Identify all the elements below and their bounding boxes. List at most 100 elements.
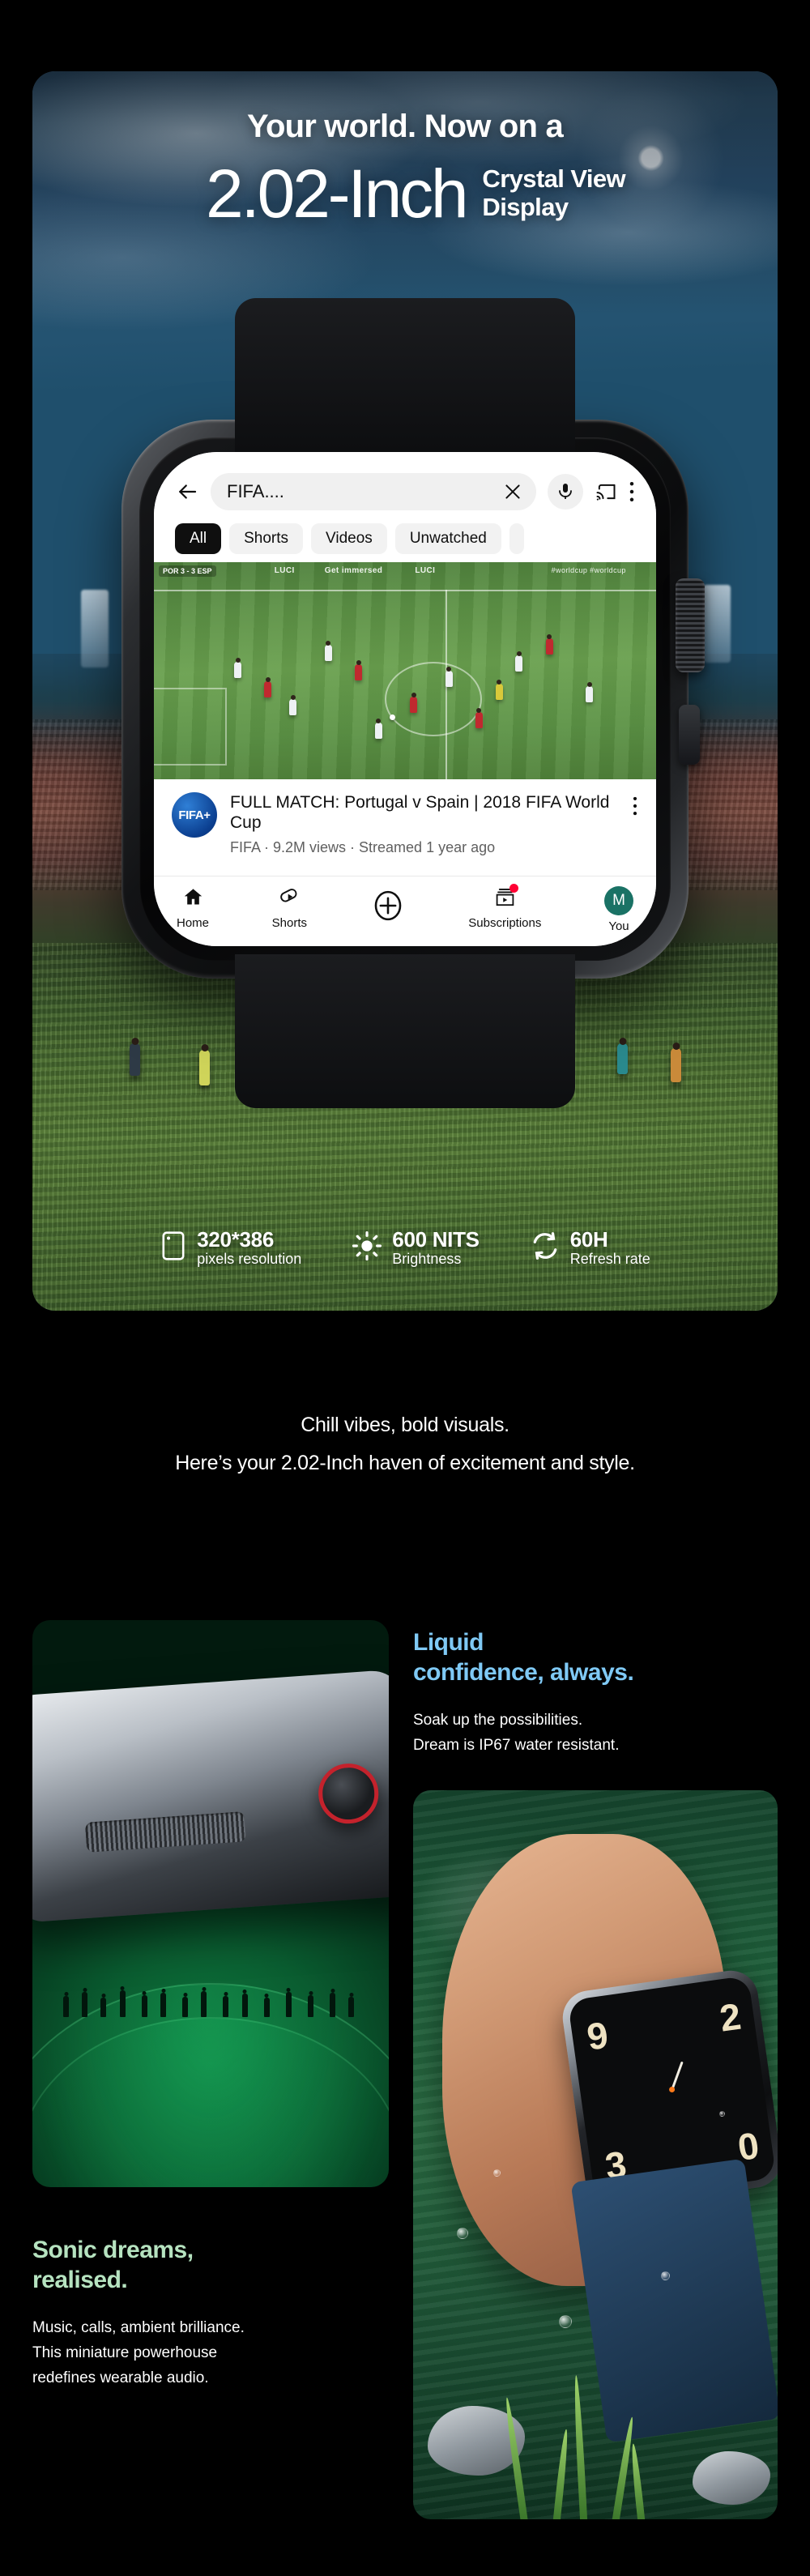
search-query-text: FIFA....: [227, 481, 284, 501]
liquid-body-line2: Dream is IP67 water resistant.: [413, 1736, 620, 1754]
channel-avatar[interactable]: FIFA+: [172, 792, 217, 838]
hero-display-name-line2: Display: [482, 193, 569, 221]
crowd-figure: [160, 1993, 167, 2017]
chip-all[interactable]: All: [175, 523, 222, 554]
sonic-body-line3: redefines wearable audio.: [32, 2369, 209, 2386]
video-more-vertical-icon[interactable]: [632, 792, 638, 856]
liquid-title: Liquid confidence, always.: [413, 1628, 778, 1687]
hero-display-name: Crystal View Display: [482, 165, 625, 221]
spec-brightness-label: Brightness: [392, 1251, 462, 1268]
chip-videos[interactable]: Videos: [311, 523, 387, 554]
nav-item-you[interactable]: M You: [603, 886, 633, 933]
nav-item-subscriptions[interactable]: Subscriptions: [468, 884, 542, 930]
sonic-title-line1: Sonic dreams,: [32, 2237, 194, 2263]
chip-unwatched[interactable]: Unwatched: [394, 523, 501, 554]
water-bubble: [493, 2169, 501, 2177]
player-red: [355, 663, 362, 680]
hero-headline-row: 2.02-Inch Crystal View Display: [32, 160, 778, 228]
watch-side-button[interactable]: [679, 705, 700, 765]
brightness-icon: [352, 1230, 382, 1265]
video-thumbnail[interactable]: POR 3 - 3 ESP LUCI Get immersed LUCI #wo…: [154, 562, 656, 779]
nav-label-you: You: [608, 919, 629, 933]
spec-resolution-label: pixels resolution: [197, 1251, 302, 1268]
water-resistance-image: 9 2 3 0: [413, 1790, 778, 2519]
thumbnail-overlay-center: Get immersed: [324, 566, 383, 575]
player-referee: [495, 684, 503, 701]
liquid-body: Soak up the possibilities. Dream is IP67…: [413, 1708, 778, 1758]
crowd-figure: [308, 1995, 313, 2017]
hero-display-size: 2.02-Inch: [205, 156, 469, 232]
speaker-grille: [84, 1811, 246, 1853]
mini-spectator: [199, 1050, 210, 1085]
football-ball: [390, 714, 396, 720]
sonic-title: Sonic dreams, realised.: [32, 2236, 381, 2295]
sonic-dreams-block: Sonic dreams, realised. Music, calls, am…: [32, 2236, 381, 2390]
more-vertical-icon[interactable]: [629, 480, 635, 503]
crowd-figure: [63, 1996, 69, 2017]
nav-item-home[interactable]: Home: [177, 886, 209, 930]
subscriptions-icon: [494, 884, 518, 912]
nav-label-home: Home: [177, 916, 210, 930]
microphone-icon[interactable]: [548, 474, 583, 510]
red-crown-ring: [316, 1761, 381, 1826]
crowd-figure: [348, 1997, 355, 2017]
crowd-figure: [285, 1992, 292, 2017]
video-list-item[interactable]: FIFA+ FULL MATCH: Portugal v Spain | 201…: [154, 779, 656, 865]
player-white: [586, 685, 594, 702]
crowd-figure: [330, 1993, 336, 2017]
crowd-figure: [263, 1998, 270, 2017]
water-bubble: [719, 2111, 725, 2117]
liquid-title-line2: confidence, always.: [413, 1658, 634, 1686]
spec-resolution: 320*386 pixels resolution: [160, 1228, 301, 1269]
mini-spectator: [671, 1048, 681, 1082]
spec-refresh-label: Refresh rate: [569, 1251, 650, 1268]
tagline-line-2: Here’s your 2.02-Inch haven of excitemen…: [175, 1452, 635, 1474]
tagline-line-1: Chill vibes, bold visuals.: [301, 1414, 509, 1436]
nav-item-create[interactable]: [370, 886, 406, 932]
search-input[interactable]: FIFA....: [211, 473, 536, 510]
player-red: [410, 697, 418, 714]
close-icon[interactable]: [502, 481, 523, 502]
cast-icon[interactable]: [595, 480, 617, 503]
mini-spectator: [617, 1043, 628, 1074]
hero-kicker: Your world. Now on a: [247, 109, 564, 144]
youtube-search-bar: FIFA....: [154, 452, 656, 518]
spec-resolution-text: 320*386 pixels resolution: [197, 1228, 301, 1269]
watch-crown[interactable]: [676, 578, 705, 672]
thumbnail-overlay-right: LUCI: [415, 566, 436, 575]
watch-strap-blue: [570, 2158, 778, 2443]
sonic-title-line2: realised.: [32, 2266, 128, 2293]
chip-overflow[interactable]: [509, 523, 524, 554]
sonic-body: Music, calls, ambient brilliance. This m…: [32, 2316, 381, 2390]
nav-label-shorts: Shorts: [271, 916, 308, 930]
back-arrow-icon[interactable]: [175, 480, 199, 504]
pitch-penalty-box: [154, 688, 227, 766]
shorts-icon: [279, 886, 301, 912]
home-icon: [182, 886, 204, 912]
liquid-body-line1: Soak up the possibilities.: [413, 1712, 583, 1729]
watch-strap-top: [235, 298, 575, 452]
player-white: [324, 644, 332, 661]
youtube-filter-chips: All Shorts Videos Unwatched: [154, 518, 656, 562]
video-title[interactable]: FULL MATCH: Portugal v Spain | 2018 FIFA…: [230, 792, 619, 833]
audio-feature-image: [32, 1620, 389, 2187]
watch-hand-pivot: [668, 2086, 676, 2092]
water-bubble: [457, 2228, 468, 2239]
thumbnail-overlay-left: LUCI: [274, 566, 295, 575]
crowd-figure: [119, 1990, 126, 2017]
player-white: [374, 723, 382, 740]
crowd-figure: [201, 1991, 207, 2017]
crowd-figure: [82, 1992, 88, 2017]
video-subtitle: FIFA · 9.2M views · Streamed 1 year ago: [230, 839, 496, 856]
player-red: [545, 638, 553, 655]
resolution-icon: [160, 1230, 187, 1265]
tagline-section: Chill vibes, bold visuals. Here’s your 2…: [0, 1414, 810, 1475]
avatar-icon: M: [603, 886, 633, 915]
nav-item-shorts[interactable]: Shorts: [272, 886, 307, 930]
spec-brightness-value: 600 NITS: [392, 1226, 480, 1252]
spec-brightness-text: 600 NITS Brightness: [392, 1226, 480, 1269]
video-meta-text: FULL MATCH: Portugal v Spain | 2018 FIFA…: [230, 792, 619, 856]
nav-label-subscriptions: Subscriptions: [468, 916, 542, 930]
chip-shorts[interactable]: Shorts: [229, 523, 304, 554]
player-white: [289, 698, 297, 715]
